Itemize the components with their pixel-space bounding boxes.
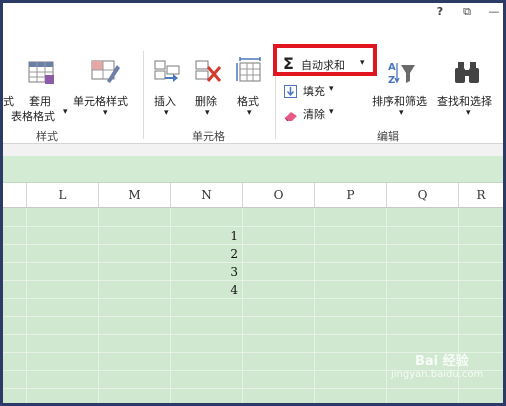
grid-line <box>3 388 503 389</box>
grid-line <box>26 208 27 403</box>
fill-label: 填充 <box>303 85 325 98</box>
grid-line <box>3 298 503 299</box>
delete-cells-icon <box>194 59 224 87</box>
fill-dropdown-icon[interactable]: ▾ <box>329 84 334 94</box>
column-header-partial[interactable] <box>3 183 27 207</box>
column-header[interactable]: R <box>459 183 503 207</box>
find-select-dropdown-icon[interactable]: ▾ <box>466 108 471 118</box>
ribbon: 式 套用 表格格式 ▾ 单元格样式 ▾ 样式 插入 ▾ 删除 ▾ 格式 ▾ 单元… <box>3 45 503 144</box>
formula-bar[interactable] <box>3 156 503 183</box>
insert-dropdown-icon[interactable]: ▾ <box>164 108 169 118</box>
delete-label: 删除 <box>195 95 217 108</box>
watermark-url: jingyan.baidu.com <box>391 369 484 380</box>
sort-filter-icon: A Z <box>387 59 417 87</box>
cells-group-label: 单元格 <box>192 130 225 143</box>
format-dropdown-icon[interactable]: ▾ <box>247 108 252 118</box>
grid-line <box>3 334 503 335</box>
format-as-table-dropdown-icon[interactable]: ▾ <box>63 107 68 117</box>
format-label: 格式 <box>237 95 259 108</box>
grid-line <box>386 208 387 403</box>
style-group-label: 样式 <box>36 130 58 143</box>
svg-text:Z: Z <box>388 75 395 86</box>
format-as-table-label-line2: 表格格式 <box>11 110 55 123</box>
cell-n1[interactable]: 1 <box>171 227 242 245</box>
column-header[interactable]: P <box>315 183 387 207</box>
ribbon-display-options-icon[interactable]: ⧉ <box>459 4 475 20</box>
watermark-logo: Bai 经验 <box>415 354 469 369</box>
ribbon-gap <box>3 144 503 156</box>
column-header[interactable]: L <box>27 183 99 207</box>
format-cells-icon <box>236 57 264 87</box>
title-bar: ? ⧉ — <box>3 3 503 23</box>
svg-text:A: A <box>388 62 396 73</box>
format-as-table-icon <box>27 59 57 87</box>
cell-styles-label: 单元格样式 <box>73 95 128 108</box>
cell-styles-icon <box>89 57 121 87</box>
clear-label: 清除 <box>303 108 325 121</box>
grid-line <box>3 316 503 317</box>
column-header[interactable]: N <box>171 183 243 207</box>
insert-cells-icon <box>153 59 181 87</box>
sort-filter-dropdown-icon[interactable]: ▾ <box>399 108 404 118</box>
eraser-icon <box>284 107 298 122</box>
editing-group-label: 编辑 <box>377 130 399 143</box>
ribbon-tab-strip <box>3 23 503 46</box>
grid-line <box>3 226 503 227</box>
grid-line <box>242 208 243 403</box>
cell-styles-dropdown-icon[interactable]: ▾ <box>103 108 108 118</box>
minimize-button[interactable]: — <box>487 4 501 20</box>
column-header-row: L M N O P Q R <box>3 183 503 208</box>
fill-down-icon <box>284 83 297 98</box>
format-as-table-label-line1: 套用 <box>29 95 51 108</box>
insert-label: 插入 <box>154 95 176 108</box>
help-button[interactable]: ? <box>433 4 447 20</box>
column-header[interactable]: M <box>99 183 171 207</box>
grid-line <box>3 280 503 281</box>
grid-line <box>3 244 503 245</box>
column-header[interactable]: Q <box>387 183 459 207</box>
grid-line <box>98 208 99 403</box>
delete-dropdown-icon[interactable]: ▾ <box>205 108 210 118</box>
find-select-label: 查找和选择 <box>437 95 492 108</box>
binoculars-icon <box>453 59 483 87</box>
cell-n3[interactable]: 3 <box>171 263 242 281</box>
column-header[interactable]: O <box>243 183 315 207</box>
clear-dropdown-icon[interactable]: ▾ <box>329 107 334 117</box>
sort-filter-label: 排序和筛选 <box>372 95 427 108</box>
truncated-style-label: 式 <box>3 95 14 108</box>
cell-n4[interactable]: 4 <box>171 281 242 299</box>
cell-n2[interactable]: 2 <box>171 245 242 263</box>
grid-line <box>3 262 503 263</box>
grid-line <box>314 208 315 403</box>
group-separator <box>143 51 144 139</box>
excel-window: ? ⧉ — 式 套用 表格格式 ▾ 单元格样式 ▾ 样式 插入 ▾ 删除 ▾ 格… <box>3 3 503 403</box>
autosum-highlight-box <box>273 44 377 76</box>
cell-grid[interactable]: 1 2 3 4 Bai 经验 jingyan.baidu.com <box>3 208 503 403</box>
